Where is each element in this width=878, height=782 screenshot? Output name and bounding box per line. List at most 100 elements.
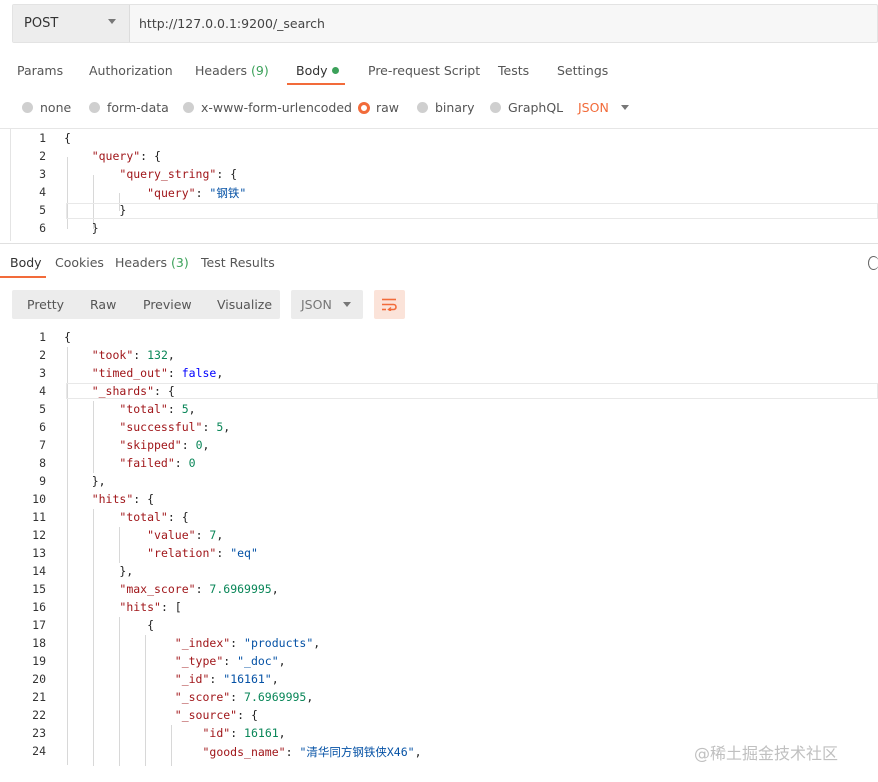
chevron-down-icon (108, 19, 116, 24)
url-input[interactable]: http://127.0.0.1:9200/_search (139, 16, 325, 31)
radio-label: x-www-form-urlencoded (201, 100, 352, 115)
radio-binary[interactable] (417, 102, 428, 113)
code-line: 17 { (0, 618, 878, 636)
tab-body[interactable]: Body (296, 63, 339, 78)
code-text: } (64, 221, 99, 235)
code-text: "relation": "eq" (147, 546, 258, 560)
code-line: 11 "total": { (0, 510, 878, 528)
tab-settings[interactable]: Settings (557, 63, 608, 78)
code-line: 8 "failed": 0 (0, 456, 878, 474)
line-number: 3 (39, 167, 46, 181)
radio-label: binary (435, 100, 475, 115)
code-line: 1{ (0, 131, 878, 149)
request-body-editor[interactable]: 1{ 2 "query": { 3 "query_string": { 4 "q… (0, 128, 878, 241)
body-type-options: none form-data x-www-form-urlencoded raw… (0, 96, 878, 120)
line-number: 12 (32, 528, 46, 542)
code-text: "timed_out": false, (91, 366, 224, 380)
tab-params[interactable]: Params (17, 63, 63, 78)
code-text: "_shards": { (91, 384, 175, 398)
code-line: 2 "took": 132, (0, 348, 878, 366)
code-line: 18 "_index": "products", (0, 636, 878, 654)
code-line: 4 "query": "钢铁" (0, 185, 878, 203)
line-number: 4 (39, 384, 46, 398)
tab-response-headers[interactable]: Headers (3) (115, 255, 189, 270)
code-text: { (64, 330, 71, 344)
code-line: 15 "max_score": 7.6969995, (0, 582, 878, 600)
radio-raw[interactable] (358, 102, 370, 114)
line-number: 13 (32, 546, 46, 560)
code-text: } (64, 203, 127, 217)
method-select[interactable]: POST (13, 5, 130, 42)
response-format-select[interactable]: JSON (291, 290, 363, 319)
headers-count: (3) (171, 255, 189, 270)
line-number: 3 (39, 366, 46, 380)
code-text: "query": { (91, 149, 161, 163)
code-text: "failed": 0 (119, 456, 196, 470)
view-visualize[interactable]: Visualize (217, 297, 272, 312)
code-text: "id": 16161, (202, 726, 286, 740)
code-text: "total": { (119, 510, 189, 524)
tab-response-body[interactable]: Body (10, 255, 42, 270)
line-number: 9 (39, 474, 46, 488)
watermark: @稀土掘金技术社区 (694, 744, 839, 763)
line-number: 16 (32, 600, 46, 614)
line-number: 5 (39, 402, 46, 416)
view-preview[interactable]: Preview (143, 297, 192, 312)
tab-authorization[interactable]: Authorization (89, 63, 173, 78)
view-raw[interactable]: Raw (90, 297, 116, 312)
radio-label: GraphQL (508, 100, 564, 115)
body-format-select[interactable]: JSON (578, 100, 609, 115)
radio-none[interactable] (22, 102, 33, 113)
code-line: 21 "_score": 7.6969995, (0, 690, 878, 708)
code-text: "query_string": { (119, 167, 238, 181)
radio-x-www-form-urlencoded[interactable] (183, 102, 194, 113)
tab-test-results[interactable]: Test Results (201, 255, 275, 270)
wrap-lines-button[interactable] (374, 290, 405, 319)
code-text: { (64, 618, 155, 632)
tab-tests[interactable]: Tests (498, 63, 529, 78)
code-line: 3 "timed_out": false, (0, 366, 878, 384)
code-text: "_id": "16161", (174, 672, 279, 686)
code-text: "successful": 5, (119, 420, 231, 434)
code-line: 9 }, (0, 474, 878, 492)
line-number: 6 (39, 420, 46, 434)
radio-form-data[interactable] (89, 102, 100, 113)
code-line: 6 } (0, 221, 878, 239)
line-number: 5 (39, 203, 46, 217)
headers-count: (9) (251, 63, 269, 78)
code-line: 14 }, (0, 564, 878, 582)
code-text: "value": 7, (147, 528, 224, 542)
code-text: "hits": { (91, 492, 155, 506)
code-text: "max_score": 7.6969995, (119, 582, 279, 596)
tab-cookies[interactable]: Cookies (55, 255, 104, 270)
line-number: 1 (39, 330, 46, 344)
globe-icon[interactable] (868, 256, 878, 270)
radio-label: raw (376, 100, 400, 115)
code-text: "query": "钢铁" (147, 186, 247, 200)
code-line: 5 "total": 5, (0, 402, 878, 420)
panel-divider (0, 243, 878, 244)
response-body-viewer[interactable]: 1{ 2 "took": 132, 3 "timed_out": false, … (0, 328, 878, 766)
request-tabs: Params Authorization Headers (9) Body Pr… (0, 58, 878, 85)
radio-graphql[interactable] (490, 102, 501, 113)
wrap-lines-icon (382, 298, 397, 311)
method-label: POST (24, 16, 59, 31)
line-number: 7 (39, 438, 46, 452)
line-number: 19 (32, 654, 46, 668)
line-number: 21 (32, 690, 46, 704)
response-format-label: JSON (301, 297, 332, 312)
line-number: 1 (39, 131, 46, 145)
line-number: 2 (39, 348, 46, 362)
line-number: 6 (39, 221, 46, 235)
tab-label: Headers (195, 63, 248, 78)
tab-pre-request-script[interactable]: Pre-request Script (368, 63, 480, 78)
tab-headers[interactable]: Headers (9) (195, 63, 269, 78)
line-number: 22 (32, 708, 46, 722)
view-pretty[interactable]: Pretty (27, 297, 64, 312)
code-text: "took": 132, (91, 348, 175, 362)
status-dot-icon (331, 67, 339, 74)
line-number: 14 (32, 564, 46, 578)
code-line: 3 "query_string": { (0, 167, 878, 185)
code-line: 5 } (0, 203, 878, 221)
code-text: "goods_name": "清华同方钢铁侠X46", (202, 745, 422, 759)
